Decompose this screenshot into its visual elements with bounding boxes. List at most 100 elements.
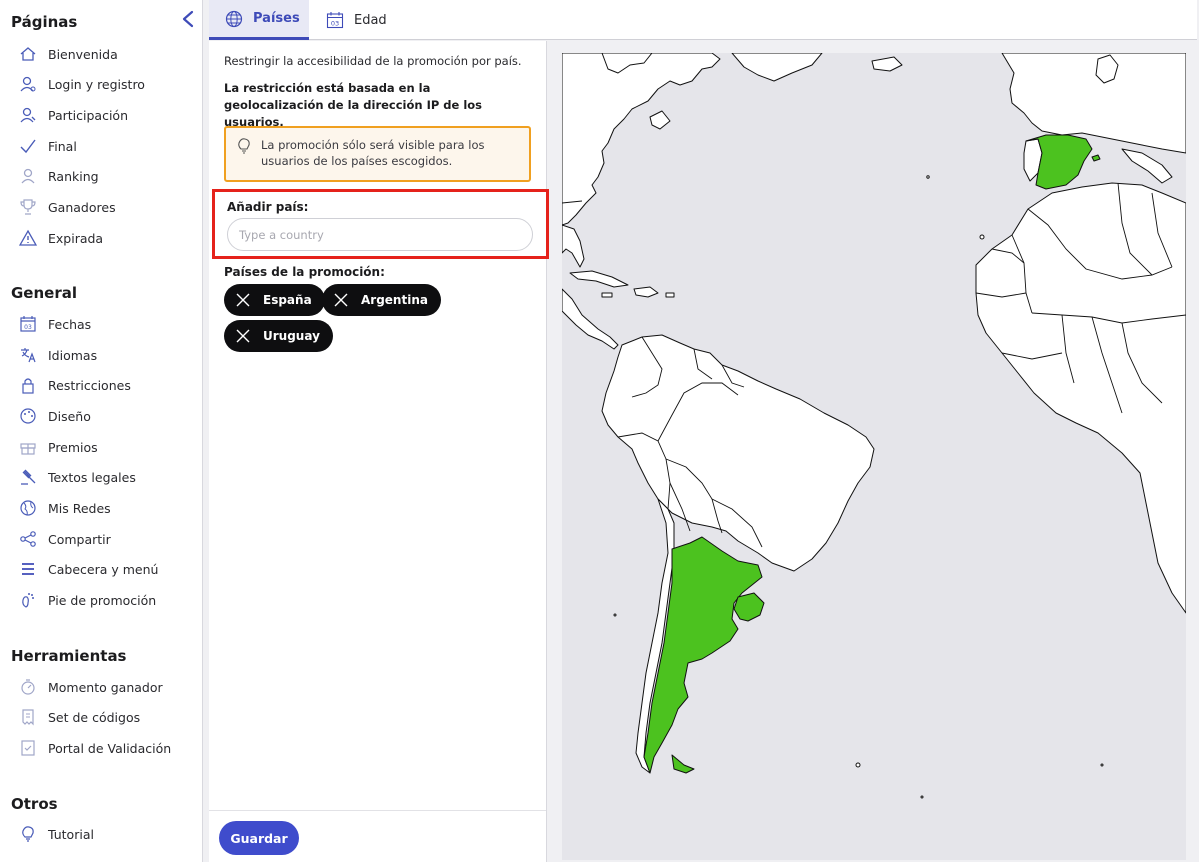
sidebar-item-compartir[interactable]: Compartir	[18, 527, 111, 551]
land-central-america	[562, 288, 619, 350]
sidebar-item-set-codigos[interactable]: Set de códigos	[18, 705, 140, 729]
land-puerto-rico	[665, 292, 675, 298]
ip-note: La restricción está basada en la geoloca…	[224, 81, 483, 129]
globe-icon	[18, 498, 38, 518]
chevron-left-icon	[182, 10, 194, 28]
save-button[interactable]: Guardar	[219, 821, 299, 855]
close-icon[interactable]	[235, 292, 251, 308]
tab-paises[interactable]: Países	[209, 0, 309, 40]
palette-icon	[18, 406, 38, 426]
country-chip-uruguay[interactable]: Uruguay	[224, 320, 333, 352]
lightbulb-icon	[236, 137, 252, 155]
share-icon	[18, 529, 38, 549]
sidebar-item-premios[interactable]: Premios	[18, 435, 98, 459]
land-newfoundland	[649, 110, 671, 130]
ranking-icon	[18, 166, 38, 186]
info-alert: La promoción sólo será visible para los …	[224, 126, 531, 182]
sidebar-item-portal-validacion[interactable]: Portal de Validación	[18, 736, 171, 760]
sidebar-item-final[interactable]: Final	[18, 134, 77, 158]
land-north-america	[562, 53, 721, 226]
sidebar-item-textos-legales[interactable]: Textos legales	[18, 465, 136, 489]
country-chip-espana[interactable]: España	[224, 284, 325, 316]
land-cuba	[569, 270, 629, 288]
country-restriction-panel: Restringir la accesibilidad de la promoc…	[209, 41, 549, 862]
section-title-herramientas: Herramientas	[11, 647, 127, 665]
lightbulb-icon	[18, 824, 38, 844]
globe-icon	[224, 9, 244, 29]
country-argentina	[643, 536, 763, 774]
island-dot-1	[613, 613, 617, 617]
selected-countries-label: Países de la promoción:	[224, 265, 385, 279]
svg-text:03: 03	[331, 20, 339, 28]
land-greenland	[731, 53, 823, 82]
country-chip-argentina[interactable]: Argentina	[322, 284, 441, 316]
country-argentina-tierra-del-fuego	[671, 754, 695, 774]
sidebar-item-fechas[interactable]: 03 Fechas	[18, 312, 91, 336]
country-spain-baleares	[1091, 154, 1101, 162]
panel-footer-divider	[209, 810, 546, 811]
calendar-icon: 03	[18, 314, 38, 334]
sidebar-item-ganadores[interactable]: Ganadores	[18, 195, 116, 219]
map-svg	[562, 53, 1186, 799]
sidebar-item-restricciones[interactable]: Restricciones	[18, 373, 131, 397]
sidebar-item-participacion[interactable]: Participación	[18, 103, 128, 127]
land-south-america	[601, 334, 875, 572]
portal-icon	[18, 738, 38, 758]
sidebar: Páginas Bienvenida Login y registro Part…	[0, 0, 203, 862]
sidebar-item-bienvenida[interactable]: Bienvenida	[18, 42, 118, 66]
sidebar-item-login[interactable]: Login y registro	[18, 72, 145, 96]
country-search-input[interactable]	[227, 218, 533, 251]
land-africa	[975, 182, 1186, 614]
trophy-icon	[18, 197, 38, 217]
footprint-icon	[18, 590, 38, 610]
sidebar-item-expirada[interactable]: Expirada	[18, 226, 103, 250]
user-edit-icon	[18, 105, 38, 125]
warning-icon	[18, 228, 38, 248]
section-title-general: General	[11, 284, 77, 302]
section-title-otros: Otros	[11, 795, 58, 813]
land-florida	[562, 224, 585, 268]
menu-icon	[18, 559, 38, 579]
island-falklands	[855, 762, 861, 768]
lock-icon	[18, 375, 38, 395]
intro-text: Restringir la accesibilidad de la promoc…	[224, 54, 522, 68]
sidebar-item-pie[interactable]: Pie de promoción	[18, 588, 156, 612]
close-icon[interactable]	[333, 292, 349, 308]
island-dot-3	[920, 795, 924, 799]
land-europe	[1001, 53, 1186, 154]
country-uruguay	[733, 592, 765, 622]
island-azores	[926, 175, 930, 179]
land-italy-fragment	[1121, 148, 1173, 184]
gift-icon	[18, 437, 38, 457]
user-icon	[18, 74, 38, 94]
sidebar-item-ranking[interactable]: Ranking	[18, 164, 99, 188]
land-iceland	[871, 56, 903, 72]
ticket-icon	[18, 707, 38, 727]
sidebar-item-diseno[interactable]: Diseño	[18, 404, 91, 428]
check-icon	[18, 136, 38, 156]
sidebar-item-mis-redes[interactable]: Mis Redes	[18, 496, 111, 520]
tab-edad[interactable]: 03 Edad	[325, 0, 387, 40]
sidebar-item-idiomas[interactable]: Idiomas	[18, 343, 97, 367]
sidebar-item-cabecera[interactable]: Cabecera y menú	[18, 557, 158, 581]
tab-bar: Países 03 Edad	[209, 0, 1197, 40]
translate-icon	[18, 345, 38, 365]
sidebar-item-tutorial[interactable]: Tutorial	[18, 822, 94, 846]
sidebar-item-momento-ganador[interactable]: Momento ganador	[18, 675, 163, 699]
island-canarias	[979, 234, 985, 240]
add-country-section: Añadir país:	[212, 189, 549, 259]
gavel-icon	[18, 467, 38, 487]
collapse-sidebar-button[interactable]	[178, 8, 198, 30]
section-title-paginas: Páginas	[11, 13, 78, 31]
island-dot-2	[1100, 763, 1104, 767]
world-map[interactable]	[562, 53, 1186, 860]
calendar-icon: 03	[325, 10, 345, 30]
info-alert-text: La promoción sólo será visible para los …	[261, 138, 485, 168]
land-hispaniola	[633, 286, 659, 298]
svg-text:03: 03	[24, 324, 32, 331]
close-icon[interactable]	[235, 328, 251, 344]
add-country-label: Añadir país:	[227, 200, 309, 214]
timer-icon	[18, 677, 38, 697]
home-icon	[18, 44, 38, 64]
land-jamaica	[601, 292, 613, 298]
